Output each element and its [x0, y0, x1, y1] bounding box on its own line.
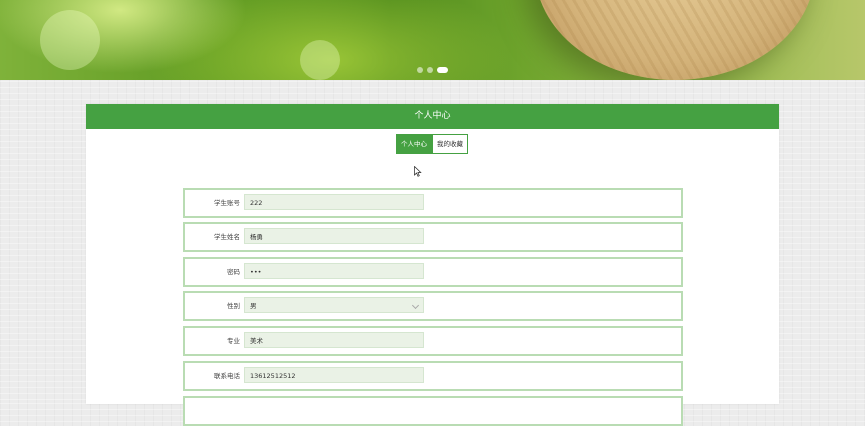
student-account-input[interactable]: 222	[244, 194, 424, 210]
profile-tabs: 个人中心 我的收藏	[396, 134, 468, 154]
carousel-dots	[417, 67, 448, 73]
chevron-down-icon	[411, 301, 420, 310]
carousel-dot[interactable]	[417, 67, 423, 73]
bokeh-light	[40, 10, 100, 70]
field-label: 学生账号	[214, 199, 240, 207]
password-input[interactable]: •••	[244, 263, 424, 279]
field-label: 性别	[227, 302, 240, 310]
field-label: 学生姓名	[214, 233, 240, 241]
tab-personal-center[interactable]: 个人中心	[396, 134, 432, 154]
bokeh-light	[300, 40, 340, 80]
form-row-next	[183, 396, 683, 426]
form-row-major: 专业 美术	[183, 326, 683, 356]
student-name-input[interactable]: 杨勇	[244, 228, 424, 244]
phone-input[interactable]: 13612512512	[244, 367, 424, 383]
gender-select[interactable]: 男	[244, 297, 424, 313]
tab-my-favorites[interactable]: 我的收藏	[432, 134, 468, 154]
profile-panel: 个人中心 个人中心 我的收藏 学生账号 222 学生姓名 杨勇 密码 ••• 性…	[86, 104, 779, 426]
field-label: 专业	[227, 337, 240, 345]
panel-title: 个人中心	[86, 104, 779, 129]
form-row-phone: 联系电话 13612512512	[183, 361, 683, 391]
field-label: 联系电话	[214, 372, 240, 380]
field-label: 密码	[227, 268, 240, 276]
gender-select-value: 男	[250, 302, 257, 310]
mouse-cursor-icon	[414, 166, 422, 177]
carousel-dot[interactable]	[427, 67, 433, 73]
form-row-password: 密码 •••	[183, 257, 683, 287]
banner-wood-image	[535, 0, 815, 80]
carousel-dot-active[interactable]	[437, 67, 448, 73]
hero-banner	[0, 0, 865, 80]
major-input[interactable]: 美术	[244, 332, 424, 348]
form-row-student-name: 学生姓名 杨勇	[183, 222, 683, 252]
form-row-student-account: 学生账号 222	[183, 188, 683, 218]
form-row-gender: 性别 男	[183, 291, 683, 321]
